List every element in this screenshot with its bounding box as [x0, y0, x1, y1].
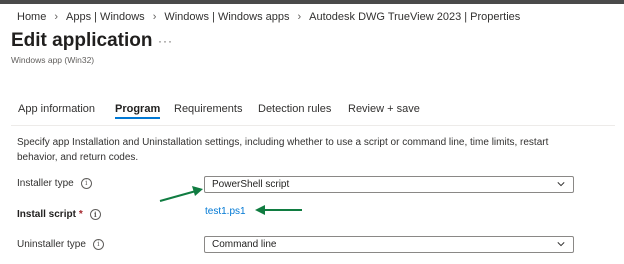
- uninstaller-type-label: Uninstaller type i: [17, 239, 104, 250]
- breadcrumb-separator-icon: ›: [54, 11, 59, 23]
- breadcrumb: Home › Apps | Windows › Windows | Windows ap…: [17, 11, 520, 23]
- install-script-label: Install script * i: [17, 209, 101, 220]
- installer-type-label: Installer type i: [17, 178, 92, 189]
- info-icon[interactable]: i: [89, 209, 101, 220]
- breadcrumb-home[interactable]: Home: [17, 11, 46, 23]
- required-asterisk: *: [78, 209, 83, 220]
- info-icon[interactable]: i: [92, 239, 104, 250]
- install-script-file-link[interactable]: test1.ps1: [205, 206, 246, 217]
- info-icon[interactable]: i: [80, 178, 92, 189]
- installer-type-dropdown[interactable]: PowerShell script: [204, 176, 574, 193]
- green-arrow-annotation: [159, 186, 203, 202]
- breadcrumb-separator-icon: ›: [152, 11, 157, 23]
- description-text: Specify app Installation and Uninstallat…: [17, 137, 549, 163]
- installer-type-value: PowerShell script: [212, 179, 290, 190]
- breadcrumb-windows-apps[interactable]: Windows | Windows apps: [164, 11, 289, 23]
- chevron-down-icon: [557, 182, 565, 187]
- page-subtitle: Windows app (Win32): [11, 55, 95, 65]
- breadcrumb-app-properties[interactable]: Autodesk DWG TrueView 2023 | Properties: [309, 11, 520, 23]
- ellipsis-icon[interactable]: ···: [158, 34, 173, 48]
- tab-detection-rules[interactable]: Detection rules: [258, 103, 331, 115]
- tab-program[interactable]: Program: [115, 103, 161, 119]
- tab-divider: [11, 125, 615, 126]
- breadcrumb-separator-icon: ›: [297, 11, 302, 23]
- tab-review-save[interactable]: Review + save: [348, 103, 420, 115]
- uninstaller-type-label-text: Uninstaller type: [17, 239, 86, 250]
- page-title: Edit application: [11, 30, 153, 51]
- tab-app-information[interactable]: App information: [18, 103, 95, 115]
- tab-requirements[interactable]: Requirements: [174, 103, 242, 115]
- top-bar: [0, 0, 624, 4]
- install-script-label-text: Install script: [17, 209, 76, 220]
- chevron-down-icon: [557, 242, 565, 247]
- uninstaller-type-value: Command line: [212, 239, 277, 250]
- uninstaller-type-dropdown[interactable]: Command line: [204, 236, 574, 253]
- breadcrumb-apps-windows[interactable]: Apps | Windows: [66, 11, 145, 23]
- green-arrow-annotation: [255, 205, 302, 215]
- installer-type-label-text: Installer type: [17, 178, 74, 189]
